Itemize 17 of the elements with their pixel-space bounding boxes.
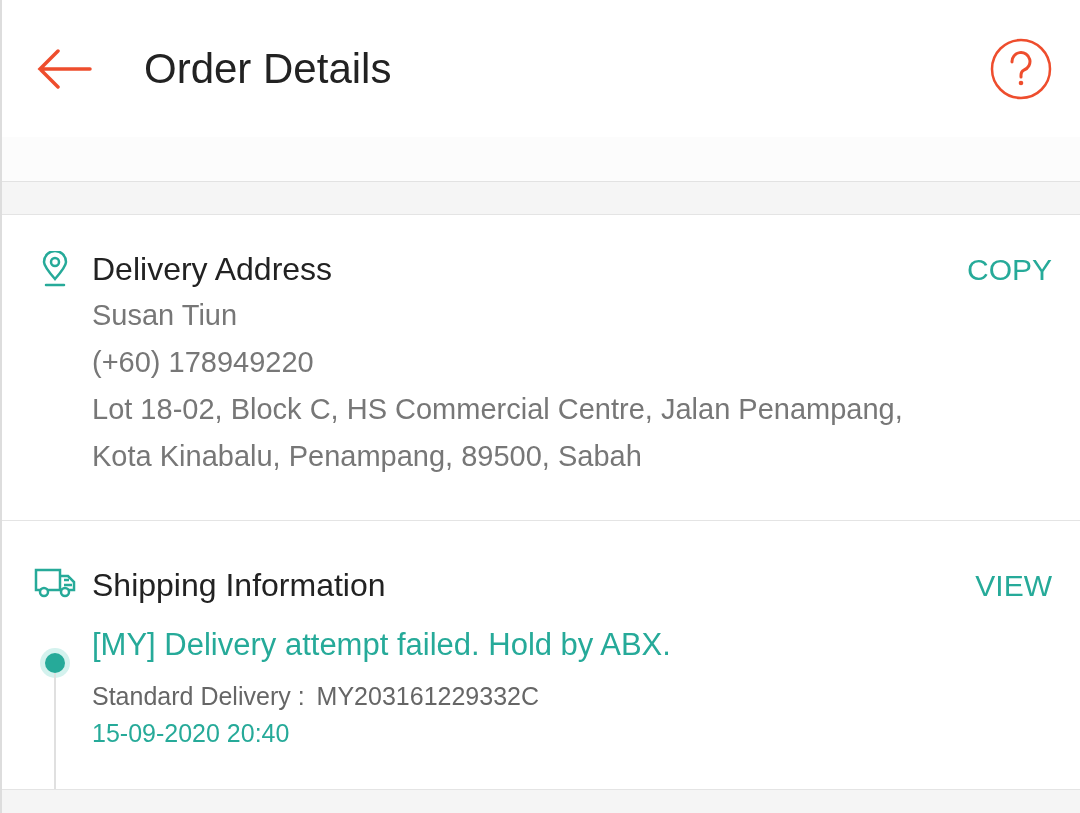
service-label: Standard Delivery :	[92, 682, 305, 711]
address-line: Kota Kinabalu, Penampang, 89500, Sabah	[92, 439, 643, 474]
view-link[interactable]: VIEW	[975, 568, 1052, 603]
shipping-status: [MY] Delivery attempt failed. Hold by ABX.	[92, 626, 672, 664]
status-time: 15-09-2020 20:40	[92, 719, 291, 748]
back-arrow-icon[interactable]	[36, 48, 92, 89]
page-title: Order Details	[144, 44, 393, 93]
address-line: Lot 18-02, Block C, HS Commercial Centre, Jalan Penampang,	[92, 392, 904, 427]
truck-icon	[34, 567, 76, 599]
tracking-number: MY203161229332C	[316, 682, 539, 711]
copy-link[interactable]: COPY	[966, 252, 1052, 287]
section-title: Shipping Information	[92, 567, 386, 604]
section-title: Delivery Address	[92, 251, 333, 288]
help-icon[interactable]	[990, 37, 1052, 100]
location-pin-icon	[41, 251, 69, 287]
address-line: (+60) 178949220	[92, 345, 315, 380]
address-line: Susan Tiun	[92, 298, 239, 333]
